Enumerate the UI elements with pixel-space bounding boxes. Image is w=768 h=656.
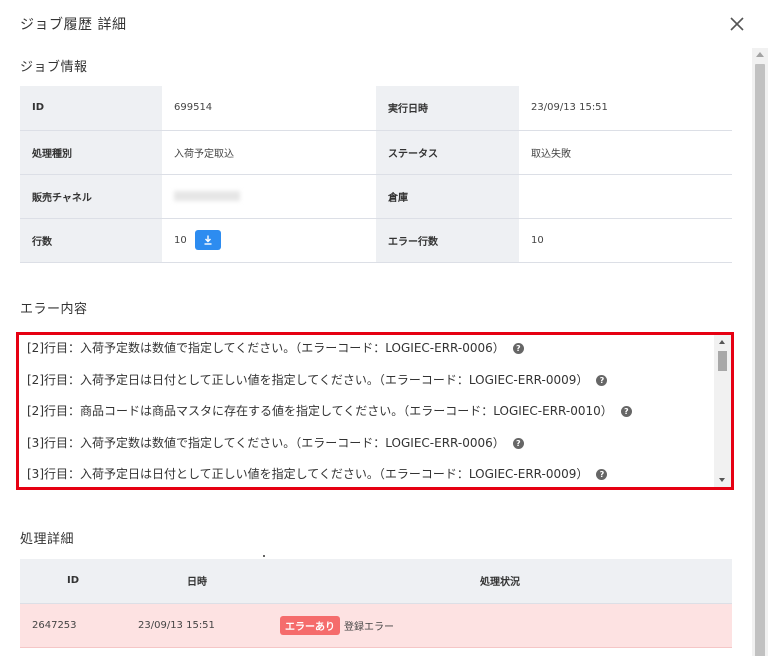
error-text: [3]行目：入荷予定数は数値で指定してください。（エラーコード：LOGIEC-E… [27, 435, 505, 450]
list-item: [2]行目：入荷予定数は数値で指定してください。（エラーコード：LOGIEC-E… [19, 335, 715, 367]
modal-scrollbar[interactable] [752, 48, 768, 656]
table-row: 販売チャネル 倉庫 [20, 174, 732, 219]
help-icon[interactable]: ? [512, 343, 524, 354]
scrollbar-thumb[interactable] [718, 351, 727, 371]
table-row: ID 699514 実行日時 23/09/13 15:51 [20, 86, 732, 131]
job-history-detail-modal: ジョブ履歴 詳細 ジョブ情報 ID 699514 実行日時 23/09/13 1… [0, 0, 768, 656]
modal-title: ジョブ履歴 詳細 [20, 17, 127, 33]
value-status: 取込失敗 [519, 130, 732, 175]
error-text: [3]行目：入荷予定日は日付として正しい値を指定してください。（エラーコード：L… [27, 467, 589, 481]
status-badge: エラーあり [280, 615, 340, 635]
table-header-row: ID 日時 処理状況 [20, 559, 732, 604]
value-sales-channel [162, 174, 376, 219]
value-error-row-count: 10 [519, 218, 732, 263]
job-info-title: ジョブ情報 [20, 60, 88, 75]
process-detail-table: ID 日時 処理状況 2647253 23/09/13 15:51 エラーあり登… [20, 559, 732, 648]
table-row: 処理種別 入荷予定取込 ステータス 取込失敗 [20, 130, 732, 175]
column-header-status: 処理状況 [268, 559, 732, 604]
column-header-datetime: 日時 [126, 559, 268, 604]
close-icon [730, 17, 744, 31]
scrollbar-thumb[interactable] [755, 64, 765, 656]
status-text: 登録エラー [344, 621, 394, 633]
label-id: ID [20, 86, 162, 131]
list-item: [3]行目：入荷予定数は数値で指定してください。（エラーコード：LOGIEC-E… [19, 430, 715, 462]
cell-datetime: 23/09/13 15:51 [126, 603, 268, 648]
error-content-title: エラー内容 [20, 302, 88, 317]
table-row: 2647253 23/09/13 15:51 エラーあり 登録エラー [20, 603, 732, 648]
download-icon [204, 235, 212, 245]
scroll-down-arrow-icon[interactable] [719, 478, 725, 482]
value-executed-at: 23/09/13 15:51 [519, 86, 732, 131]
error-list: [2]行目：入荷予定数は数値で指定してください。（エラーコード：LOGIEC-E… [19, 335, 715, 487]
process-detail-title: 処理詳細 [20, 532, 75, 547]
value-process-type: 入荷予定取込 [162, 130, 376, 175]
help-icon[interactable]: ? [596, 469, 608, 480]
redacted-text [174, 190, 240, 201]
list-item: [2]行目：商品コードは商品マスタに存在する値を指定してください。（エラーコード… [19, 398, 715, 430]
error-text: [2]行目：入荷予定日は日付として正しい値を指定してください。（エラーコード：L… [27, 372, 589, 387]
label-error-row-count: エラー行数 [376, 218, 519, 263]
label-executed-at: 実行日時 [376, 86, 519, 131]
label-row-count: 行数 [20, 218, 162, 263]
error-text: [2]行目：商品コードは商品マスタに存在する値を指定してください。（エラーコード… [27, 404, 613, 418]
value-row-count: 10 [174, 235, 187, 246]
download-button[interactable] [194, 230, 221, 250]
job-info-table: ID 699514 実行日時 23/09/13 15:51 処理種別 入荷予定取… [20, 86, 732, 263]
error-text: [2]行目：入荷予定数は数値で指定してください。（エラーコード：LOGIEC-E… [27, 341, 505, 355]
table-row: 行数 10 エラー行数 10 [20, 218, 732, 263]
value-row-count-cell: 10 [162, 218, 376, 263]
list-item: [3]行目：入荷予定日は日付として正しい値を指定してください。（エラーコード：L… [19, 461, 715, 487]
help-icon[interactable]: ? [620, 406, 632, 417]
modal-body[interactable]: ジョブ情報 ID 699514 実行日時 23/09/13 15:51 処理種別… [0, 48, 752, 656]
cell-id: 2647253 [20, 603, 126, 648]
help-icon[interactable]: ? [596, 374, 608, 386]
close-button[interactable] [727, 13, 747, 35]
value-id: 699514 [162, 86, 376, 131]
column-header-id: ID [20, 559, 126, 604]
scroll-up-arrow-icon[interactable] [756, 52, 764, 57]
label-warehouse: 倉庫 [376, 174, 519, 219]
label-sales-channel: 販売チャネル [20, 174, 162, 219]
scroll-up-arrow-icon[interactable] [719, 340, 725, 344]
cell-status: エラーあり 登録エラー [268, 603, 732, 648]
value-warehouse [519, 174, 732, 219]
error-list-scrollbar[interactable] [714, 335, 731, 487]
label-process-type: 処理種別 [20, 130, 162, 175]
label-status: ステータス [376, 130, 519, 175]
list-item: [2]行目：入荷予定日は日付として正しい値を指定してください。（エラーコード：L… [19, 367, 715, 399]
help-icon[interactable]: ? [512, 437, 524, 449]
error-list-box[interactable]: [2]行目：入荷予定数は数値で指定してください。（エラーコード：LOGIEC-E… [16, 332, 734, 490]
stray-dot [263, 555, 265, 557]
